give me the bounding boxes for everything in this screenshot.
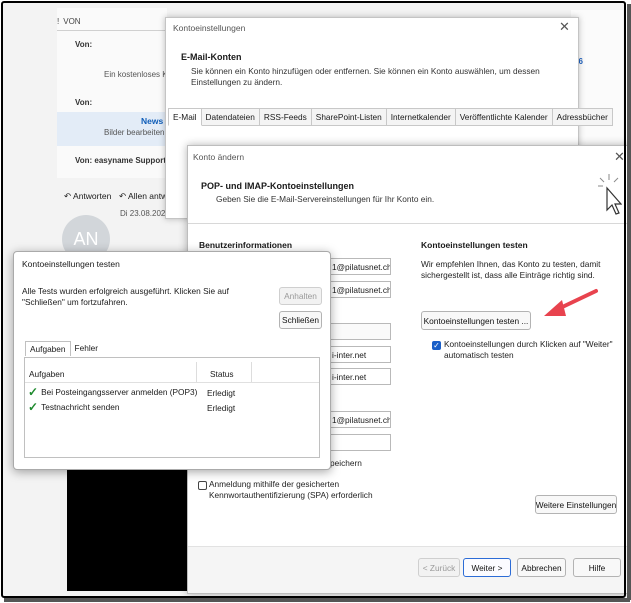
screenshot-frame (1, 1, 626, 598)
frame-shadow (4, 598, 630, 602)
frame-shadow (627, 4, 631, 600)
